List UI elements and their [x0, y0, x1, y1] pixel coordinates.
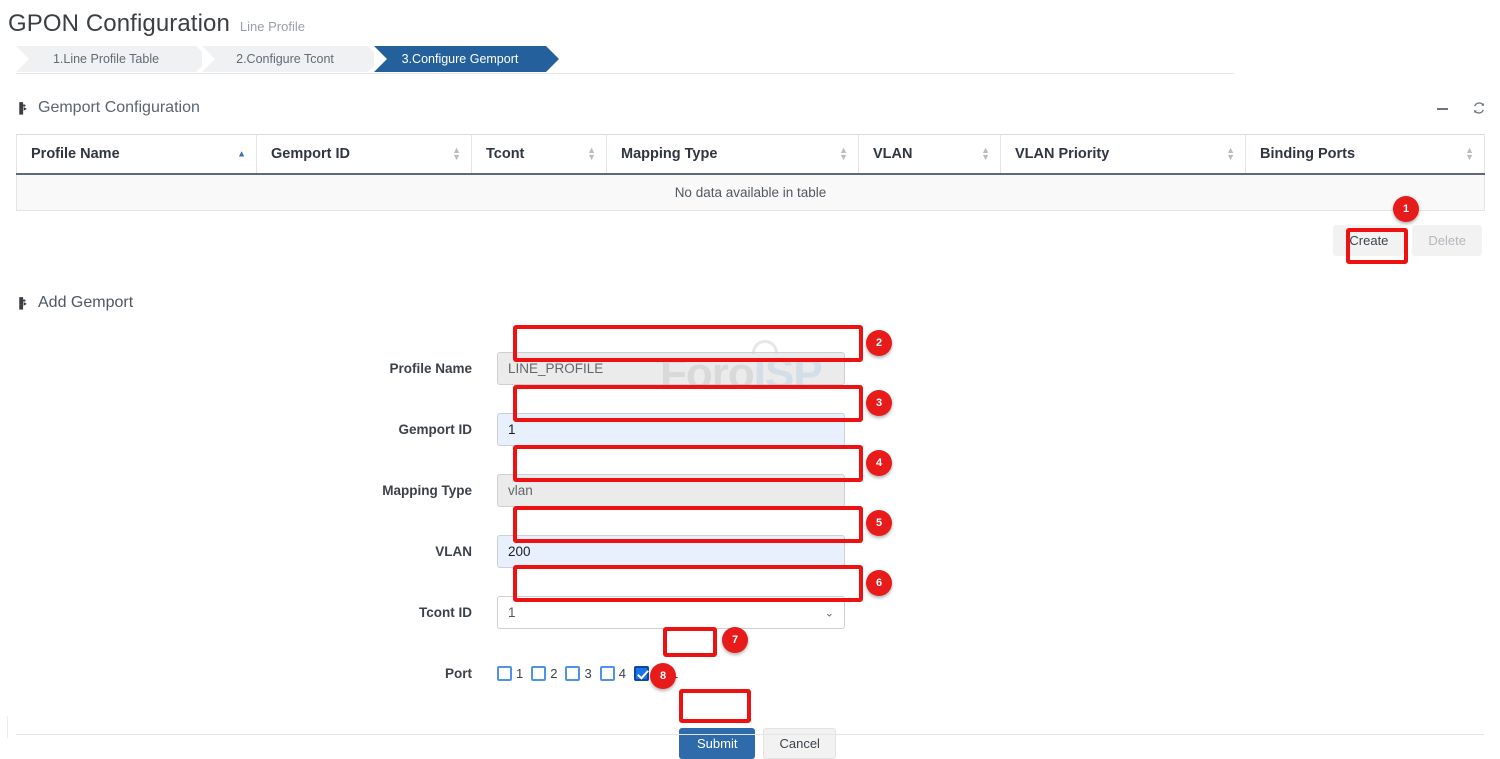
column-header-profile-name[interactable]: Profile Name ▲ — [17, 135, 257, 175]
gemport-configuration-panel-header: Gemport Configuration — [0, 94, 1500, 122]
column-header-tcont[interactable]: Tcont ▲▼ — [472, 135, 607, 175]
annotation-badge-5: 5 — [866, 510, 892, 536]
left-edge-line — [7, 716, 8, 738]
column-header-vlan[interactable]: VLAN ▲▼ — [859, 135, 1001, 175]
page-header: GPON Configuration Line Profile — [0, 0, 1500, 38]
annotation-badge-1: 1 — [1393, 196, 1419, 222]
wizard-underline — [16, 73, 1234, 74]
add-gemport-section-header: Add Gemport — [14, 290, 1500, 316]
column-label: Profile Name — [31, 146, 120, 162]
sort-toggle-icon: ▲▼ — [981, 147, 990, 161]
panel-title: Gemport Configuration — [38, 99, 200, 117]
add-gemport-form: Profile Name Gemport ID Mapping Type VLA… — [0, 338, 1500, 759]
add-gemport-title: Add Gemport — [38, 294, 133, 312]
column-label: Gemport ID — [271, 146, 350, 162]
tcont-id-select[interactable]: 1 — [497, 596, 845, 629]
column-label: VLAN Priority — [1015, 146, 1109, 162]
empty-message: No data available in table — [17, 174, 1485, 211]
port-label: Port — [0, 666, 497, 681]
port-checkbox-4[interactable] — [600, 666, 615, 681]
column-header-mapping-type[interactable]: Mapping Type ▲▼ — [607, 135, 859, 175]
column-label: Mapping Type — [621, 146, 717, 162]
sort-toggle-icon: ▲▼ — [1226, 147, 1235, 161]
port-checkbox-2-wrap[interactable]: 2 — [531, 666, 557, 681]
wizard-step-configure-gemport[interactable]: 3.Configure Gemport — [374, 46, 546, 72]
puzzle-piece-icon — [14, 296, 29, 311]
gemport-table: Profile Name ▲ Gemport ID ▲▼ Tcont ▲▼ Ma… — [16, 134, 1485, 211]
port-checkbox-all[interactable] — [634, 666, 649, 681]
field-row-port: Port 1 2 3 4 — [0, 643, 1500, 704]
annotation-badge-7: 7 — [722, 627, 748, 653]
port-checkbox-1[interactable] — [497, 666, 512, 681]
field-row-profile-name: Profile Name — [0, 338, 1500, 399]
vlan-input[interactable] — [497, 535, 845, 568]
profile-name-label: Profile Name — [0, 361, 497, 376]
port-checkbox-4-wrap[interactable]: 4 — [600, 666, 626, 681]
wizard-step-line-profile-table[interactable]: 1.Line Profile Table — [16, 46, 196, 72]
gemport-id-input[interactable] — [497, 413, 845, 446]
port-label-4: 4 — [619, 666, 626, 681]
tcont-id-label: Tcont ID — [0, 605, 497, 620]
sort-toggle-icon: ▲▼ — [452, 147, 461, 161]
refresh-icon[interactable] — [1472, 101, 1486, 115]
annotation-badge-2: 2 — [866, 330, 892, 356]
panel-tools — [1436, 101, 1486, 115]
annotation-badge-6: 6 — [866, 570, 892, 596]
sort-toggle-icon: ▲▼ — [587, 147, 596, 161]
port-checkbox-3[interactable] — [565, 666, 580, 681]
mapping-type-label: Mapping Type — [0, 483, 497, 498]
column-header-binding-ports[interactable]: Binding Ports ▲▼ — [1246, 135, 1485, 175]
wizard-steps: 1.Line Profile Table 2.Configure Tcont 3… — [16, 46, 1234, 74]
field-row-vlan: VLAN — [0, 521, 1500, 582]
port-label-1: 1 — [516, 666, 523, 681]
port-label-2: 2 — [550, 666, 557, 681]
page-subtitle: Line Profile — [240, 19, 305, 34]
table-header-row: Profile Name ▲ Gemport ID ▲▼ Tcont ▲▼ Ma… — [17, 135, 1485, 175]
port-checkbox-1-wrap[interactable]: 1 — [497, 666, 523, 681]
column-label: Binding Ports — [1260, 146, 1355, 162]
create-button[interactable]: Create — [1333, 225, 1404, 256]
column-header-gemport-id[interactable]: Gemport ID ▲▼ — [257, 135, 472, 175]
gemport-table-container: Profile Name ▲ Gemport ID ▲▼ Tcont ▲▼ Ma… — [16, 134, 1484, 256]
vlan-label: VLAN — [0, 544, 497, 559]
wizard-step-configure-tcont[interactable]: 2.Configure Tcont — [202, 46, 368, 72]
collapse-icon[interactable] — [1436, 102, 1449, 115]
annotation-badge-4: 4 — [866, 450, 892, 476]
table-empty-row: No data available in table — [17, 174, 1485, 211]
column-label: Tcont — [486, 146, 524, 162]
annotation-badge-3: 3 — [866, 390, 892, 416]
sort-toggle-icon: ▲▼ — [1465, 147, 1474, 161]
profile-name-input[interactable] — [497, 352, 845, 385]
port-label-3: 3 — [584, 666, 591, 681]
column-label: VLAN — [873, 146, 912, 162]
puzzle-piece-icon — [14, 101, 29, 116]
page-title: GPON Configuration — [8, 10, 230, 38]
port-checkbox-3-wrap[interactable]: 3 — [565, 666, 591, 681]
column-header-vlan-priority[interactable]: VLAN Priority ▲▼ — [1001, 135, 1246, 175]
delete-button: Delete — [1412, 225, 1482, 256]
field-row-tcont-id: Tcont ID 1 ⌄ — [0, 582, 1500, 643]
table-action-bar: Create Delete — [16, 211, 1484, 256]
field-row-gemport-id: Gemport ID — [0, 399, 1500, 460]
port-checkbox-2[interactable] — [531, 666, 546, 681]
sort-ascending-icon: ▲ — [237, 151, 246, 158]
field-row-mapping-type: Mapping Type — [0, 460, 1500, 521]
bottom-divider — [16, 734, 1484, 735]
sort-toggle-icon: ▲▼ — [839, 147, 848, 161]
gemport-id-label: Gemport ID — [0, 422, 497, 437]
mapping-type-input[interactable] — [497, 474, 845, 507]
annotation-badge-8: 8 — [650, 663, 676, 689]
